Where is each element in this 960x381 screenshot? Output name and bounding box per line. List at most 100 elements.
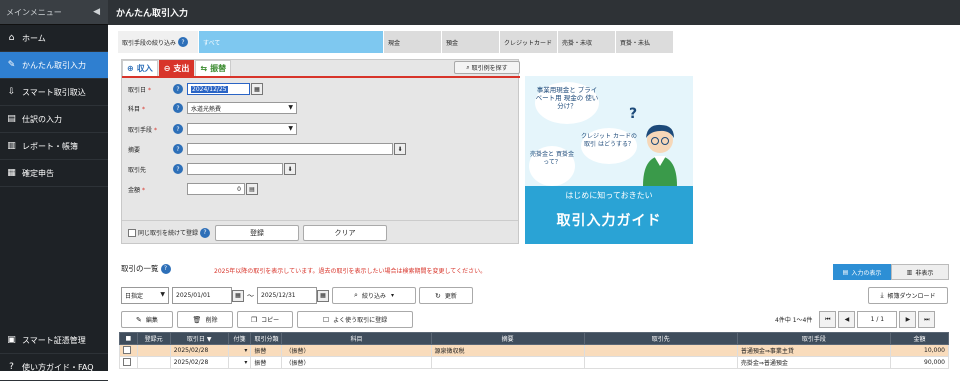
method-filter: 取引手段の絞り込み? すべて 現金 預金 クレジットカード 売掛・未収 買掛・未…: [118, 31, 673, 53]
help-icon[interactable]: ?: [173, 144, 183, 154]
select-all-checkbox[interactable]: ■: [119, 332, 138, 345]
row-checkbox[interactable]: [119, 356, 138, 369]
sidebar-item-smart-import[interactable]: ⇩ スマート取引取込: [0, 79, 108, 106]
col-amount[interactable]: 金額: [890, 332, 949, 345]
filter-option-deposit[interactable]: 預金: [441, 31, 499, 53]
register-button[interactable]: 登録: [215, 224, 300, 241]
download-ledger-button[interactable]: ⤓ 帳簿ダウンロード: [868, 287, 948, 304]
tab-income[interactable]: ⊕ 収入: [122, 60, 158, 77]
sidebar-item-smart-evidence[interactable]: ▣ スマート証憑管理: [0, 327, 108, 354]
prev-page-icon[interactable]: ◀: [838, 311, 856, 328]
calendar-icon[interactable]: ▦: [232, 289, 244, 302]
result-count: 4件中 1〜4件: [775, 317, 813, 324]
calendar-icon[interactable]: ▦: [251, 83, 263, 95]
calculator-icon[interactable]: ▤: [246, 183, 258, 195]
amount-input[interactable]: 0: [187, 183, 245, 195]
table-row[interactable]: 2025/02/28 ▾ 振替 （振替） 売掛金⇒普通預金 90,000: [119, 356, 949, 369]
calendar-icon[interactable]: ▦: [317, 289, 329, 302]
col-method[interactable]: 取引手段: [736, 332, 892, 345]
show-input-tab[interactable]: ▤ 入力の表示: [833, 264, 891, 280]
memo-row: 摘要 ? ⬇: [128, 142, 406, 156]
home-icon: ⌂: [8, 33, 15, 43]
edit-button[interactable]: ✎ 編集: [121, 311, 173, 328]
filter-option-cash[interactable]: 現金: [383, 31, 441, 53]
help-icon[interactable]: ?: [173, 103, 183, 113]
list-action-toolbar: ✎ 編集 🗑 削除 ❐ コピー ☐ よく使う取引に登録: [121, 311, 413, 328]
row-date: 2025/02/28: [169, 356, 229, 369]
date-input[interactable]: 2024/12/25: [187, 83, 250, 95]
list-title: 取引の一覧?: [121, 263, 175, 274]
filter-option-receivable[interactable]: 売掛・未収: [557, 31, 615, 53]
memo-input[interactable]: [187, 143, 393, 155]
find-example-button[interactable]: ⌕ 取引例を探す: [454, 61, 520, 74]
row-method: 売掛金⇒普通預金: [736, 356, 892, 369]
repeat-label: 同じ取引を続けて登録: [138, 230, 199, 237]
transactions-table: ■ 登録元 取引日 ▼ 付箋 取引分類 科目 摘要 取引先 取引手段 金額 20…: [119, 332, 949, 369]
filter-button[interactable]: ⌕ 絞り込み ▾: [332, 287, 416, 304]
sidebar-item-tax-return[interactable]: ▦ 確定申告: [0, 160, 108, 187]
add-favorite-button[interactable]: ☐ よく使う取引に登録: [297, 311, 413, 328]
question-mark-icon: ?: [629, 106, 638, 122]
date-to-input[interactable]: 2025/12/31: [257, 287, 317, 304]
help-icon[interactable]: ?: [173, 84, 183, 94]
copy-icon: ❐: [250, 315, 258, 324]
account-select[interactable]: 水道光熱費 ▼: [187, 102, 297, 114]
memo-dropdown-icon[interactable]: ⬇: [394, 143, 406, 155]
trash-icon: 🗑: [192, 315, 202, 324]
sidebar-header: メインメニュー ◀: [0, 0, 108, 25]
table-header-row: ■ 登録元 取引日 ▼ 付箋 取引分類 科目 摘要 取引先 取引手段 金額: [119, 332, 949, 345]
first-page-icon[interactable]: ⏮: [819, 311, 837, 328]
hide-input-tab[interactable]: ▥ 非表示: [891, 264, 949, 280]
show-icon: ▤: [842, 268, 849, 276]
date-type-select[interactable]: 日指定 ▼: [121, 287, 169, 304]
pencil-icon: ✎: [7, 60, 16, 70]
filter-label: 取引手段の絞り込み?: [118, 31, 198, 53]
help-icon[interactable]: ?: [160, 263, 171, 274]
clear-button[interactable]: クリア: [303, 224, 388, 241]
col-memo[interactable]: 摘要: [430, 332, 585, 345]
help-icon[interactable]: ?: [173, 164, 183, 174]
col-account[interactable]: 科目: [281, 332, 432, 345]
date-from-input[interactable]: 2025/01/01: [172, 287, 232, 304]
col-date[interactable]: 取引日 ▼: [169, 332, 229, 345]
col-partner[interactable]: 取引先: [583, 332, 738, 345]
method-select[interactable]: ▼: [187, 123, 297, 135]
tab-expense[interactable]: ⊖ 支出: [158, 60, 195, 77]
row-checkbox[interactable]: [119, 344, 138, 357]
col-source[interactable]: 登録元: [136, 332, 171, 345]
copy-button[interactable]: ❐ コピー: [237, 311, 293, 328]
sidebar-item-reports[interactable]: ▥ レポート・帳簿: [0, 133, 108, 160]
refresh-button[interactable]: ↻ 更新: [419, 287, 473, 304]
collapse-sidebar-icon[interactable]: ◀: [93, 7, 100, 17]
sidebar-item-guide-faq[interactable]: ? 使い方ガイド・FAQ: [0, 354, 108, 381]
hide-icon: ▥: [906, 268, 913, 276]
row-amount: 10,000: [890, 344, 949, 357]
help-icon[interactable]: ?: [200, 227, 211, 238]
guide-banner[interactable]: 事業用現金と プライベート用 現金の 使い分け？ クレジット カードの取引 はど…: [525, 76, 693, 244]
page-input[interactable]: 1 / 1: [857, 311, 898, 328]
view-toggle: ▤ 入力の表示 ▥ 非表示: [833, 264, 949, 280]
row-memo: 源泉徴収税: [430, 344, 585, 357]
filter-option-all[interactable]: すべて: [198, 31, 383, 53]
col-type[interactable]: 取引分類: [250, 332, 283, 345]
refresh-icon: ↻: [435, 291, 441, 300]
help-icon[interactable]: ?: [173, 124, 183, 134]
sidebar-item-home[interactable]: ⌂ ホーム: [0, 25, 108, 52]
sidebar-item-journal[interactable]: ▤ 仕訳の入力: [0, 106, 108, 133]
sidebar-item-label: 仕訳の入力: [22, 114, 62, 124]
help-icon[interactable]: ?: [178, 37, 189, 47]
import-icon: ⇩: [7, 87, 16, 97]
tab-transfer[interactable]: ⇆ 振替: [195, 60, 232, 77]
table-row[interactable]: 2025/02/28 ▾ 振替 （振替） 源泉徴収税 普通預金⇒事業主貸 10,…: [119, 344, 949, 357]
filter-option-credit-card[interactable]: クレジットカード: [499, 31, 557, 53]
filter-option-payable[interactable]: 買掛・未払: [615, 31, 673, 53]
partner-input[interactable]: [187, 163, 283, 175]
row-memo: [430, 356, 585, 369]
repeat-checkbox[interactable]: [128, 228, 136, 237]
col-sticky[interactable]: 付箋: [227, 332, 252, 345]
sidebar-item-easy-entry[interactable]: ✎ かんたん取引入力: [0, 52, 108, 79]
next-page-icon[interactable]: ▶: [899, 311, 917, 328]
delete-button[interactable]: 🗑 削除: [177, 311, 233, 328]
partner-dropdown-icon[interactable]: ⬇: [284, 163, 296, 175]
last-page-icon[interactable]: ⏭: [918, 311, 936, 328]
